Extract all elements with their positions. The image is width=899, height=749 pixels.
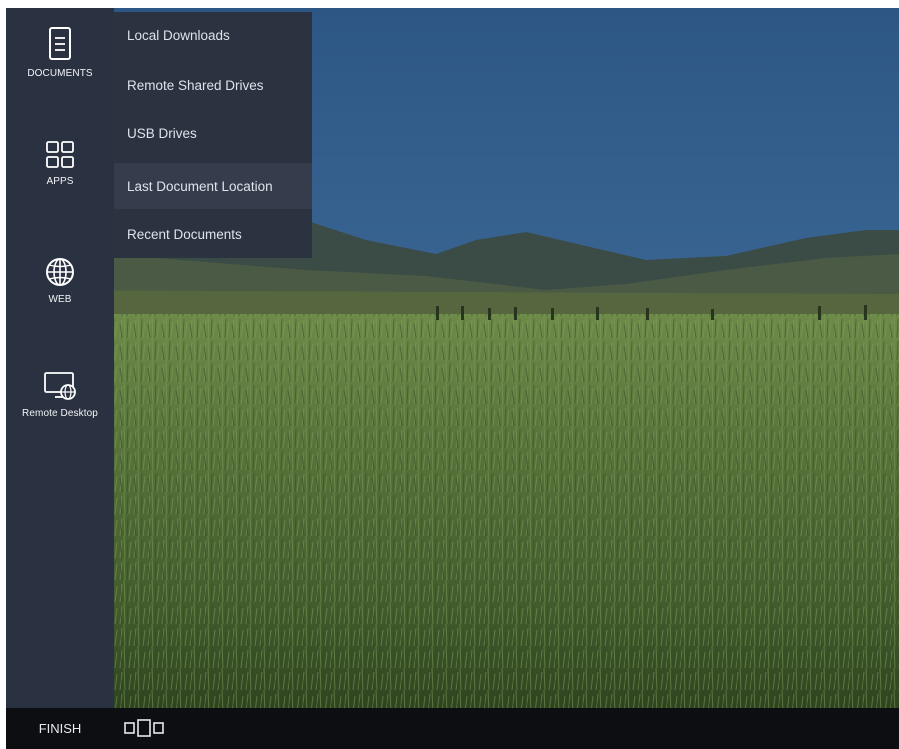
finish-button-label: FINISH xyxy=(38,721,82,736)
submenu-item-recent-documents[interactable]: Recent Documents xyxy=(114,211,312,257)
submenu-item-local-downloads[interactable]: Local Downloads xyxy=(114,12,312,58)
sidebar: DOCUMENTS APPS WEB Remote Desktop xyxy=(6,8,114,708)
remote-desktop-icon xyxy=(44,372,76,400)
sidebar-item-web[interactable]: WEB xyxy=(6,256,114,305)
submenu-item-label: Recent Documents xyxy=(127,226,242,242)
submenu-item-remote-shared-drives[interactable]: Remote Shared Drives xyxy=(114,62,312,108)
submenu-item-last-document-location[interactable]: Last Document Location xyxy=(114,163,312,209)
submenu-item-label: Local Downloads xyxy=(127,27,230,43)
documents-submenu: Local Downloads Remote Shared Drives USB… xyxy=(114,12,312,258)
task-view-button[interactable] xyxy=(124,719,166,742)
apps-grid-icon xyxy=(46,141,74,168)
submenu-item-label: Remote Shared Drives xyxy=(127,77,264,93)
submenu-item-usb-drives[interactable]: USB Drives xyxy=(114,110,312,156)
sidebar-item-remote-desktop[interactable]: Remote Desktop xyxy=(6,370,114,419)
sidebar-item-label: APPS xyxy=(46,176,74,187)
submenu-item-label: USB Drives xyxy=(127,125,197,141)
globe-icon xyxy=(46,258,74,286)
taskbar: FINISH xyxy=(6,708,899,749)
submenu-item-label: Last Document Location xyxy=(127,178,273,194)
sidebar-item-documents[interactable]: DOCUMENTS xyxy=(6,26,114,79)
finish-button[interactable]: FINISH xyxy=(6,708,114,749)
document-icon xyxy=(49,27,71,60)
desktop-screen: DOCUMENTS APPS WEB Remote Desktop Local … xyxy=(6,8,899,749)
sidebar-item-label: Remote Desktop xyxy=(22,408,98,419)
sidebar-item-label: WEB xyxy=(48,294,72,305)
task-view-icon xyxy=(124,719,164,737)
sidebar-item-label: DOCUMENTS xyxy=(27,68,93,79)
sidebar-item-apps[interactable]: APPS xyxy=(6,140,114,187)
